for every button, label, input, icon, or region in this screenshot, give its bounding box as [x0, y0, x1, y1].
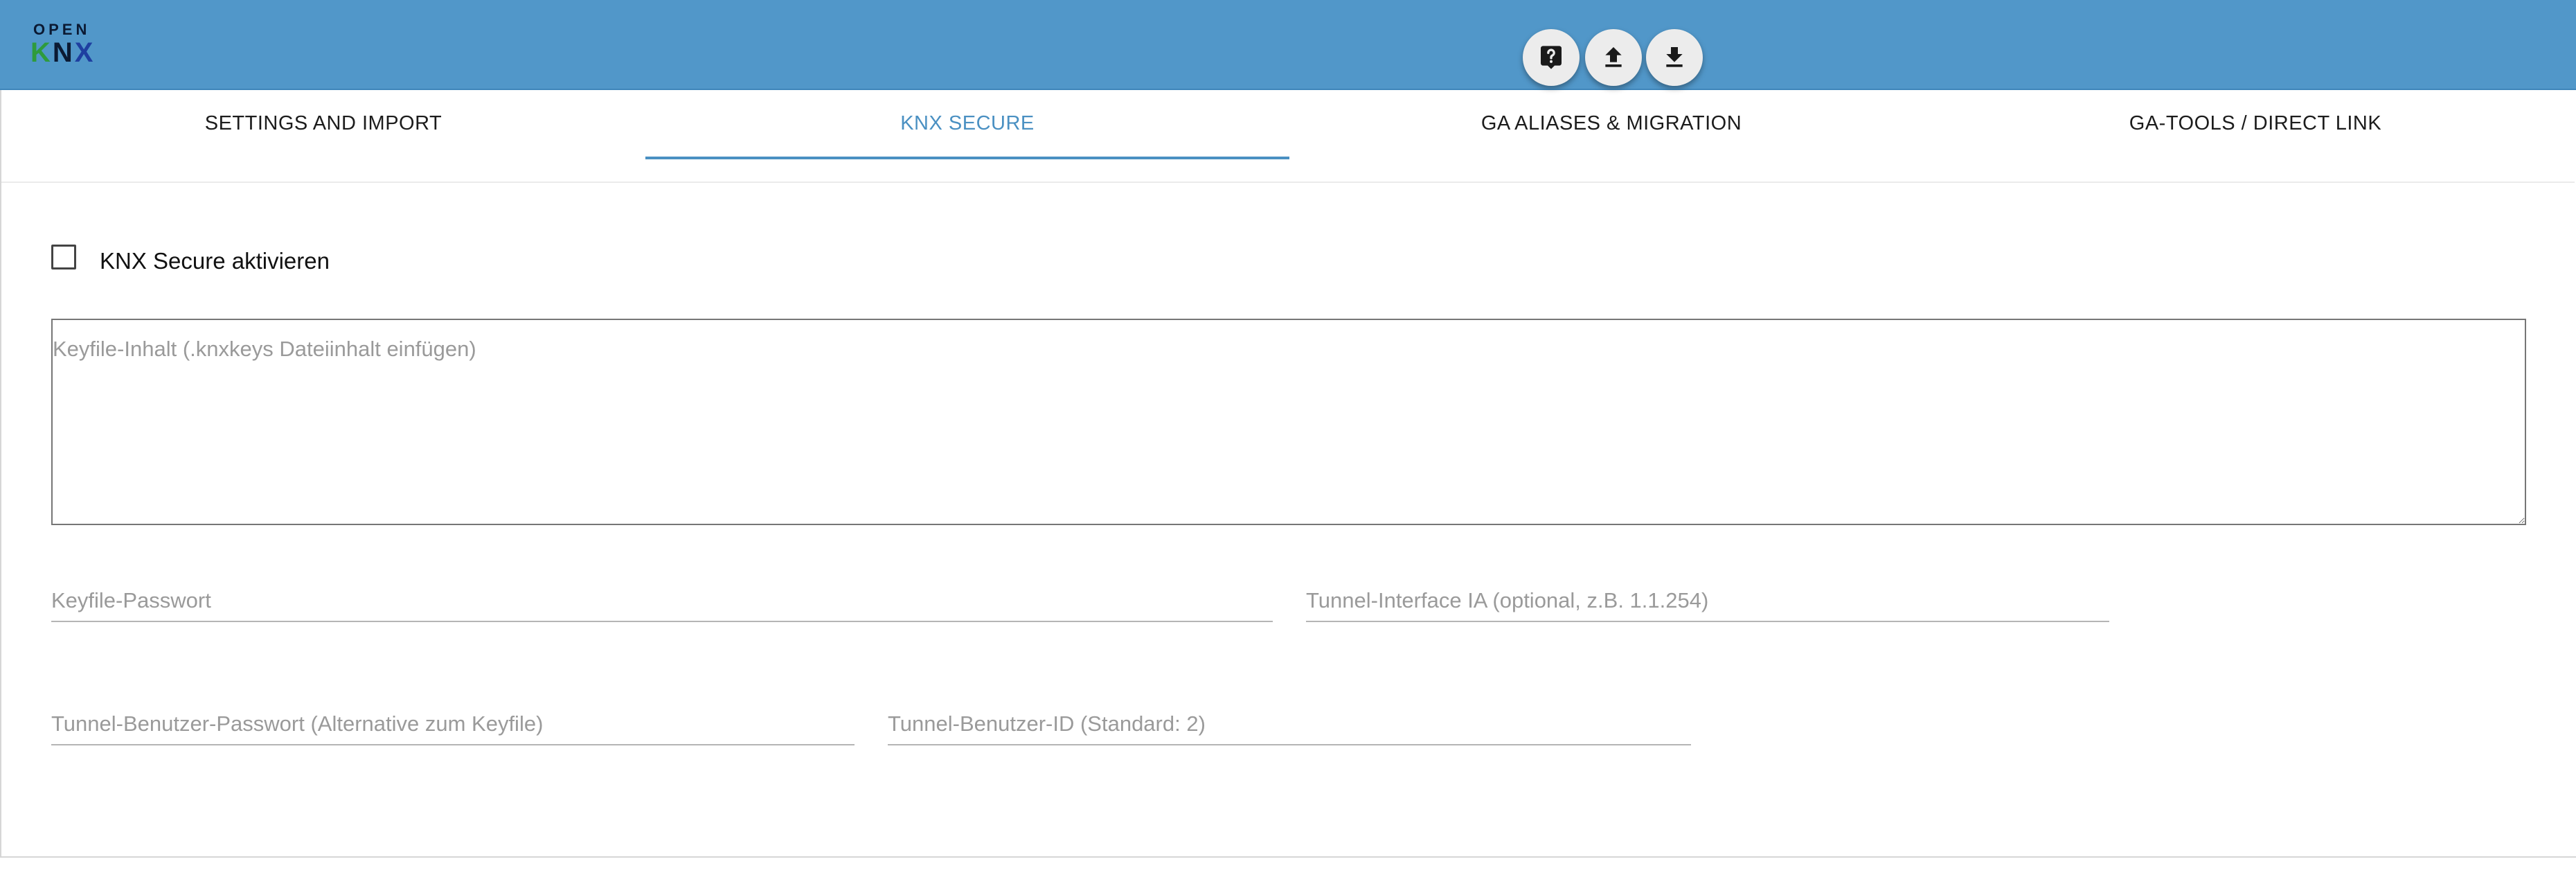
tab-knx-secure[interactable]: KNX SECURE [645, 90, 1289, 159]
keyfile-password-input[interactable] [51, 581, 1273, 622]
upload-button[interactable] [1585, 29, 1642, 86]
help-button[interactable] [1523, 29, 1580, 86]
tab-settings-and-import[interactable]: SETTINGS AND IMPORT [1, 90, 645, 157]
tunnel-user-password-input[interactable] [51, 704, 855, 745]
tab-bar: SETTINGS AND IMPORT KNX SECURE GA ALIASE… [1, 90, 2575, 183]
openknx-logo: OPEN KNX [30, 21, 107, 69]
help-icon [1541, 46, 1562, 69]
knx-secure-enable-checkbox[interactable] [51, 245, 76, 269]
download-button[interactable] [1646, 29, 1703, 86]
tunnel-user-id-input[interactable] [888, 704, 1691, 745]
tunnel-interface-ia-input[interactable] [1306, 581, 2109, 622]
upload-icon [1605, 47, 1622, 67]
logo-knx-text: KNX [30, 37, 96, 68]
knx-secure-enable-label: KNX Secure aktivieren [100, 248, 330, 274]
knx-secure-enable-row: KNX Secure aktivieren [51, 240, 330, 274]
tab-ga-tools-direct-link[interactable]: GA-TOOLS / DIRECT LINK [1933, 90, 2576, 157]
app-header: OPEN KNX [0, 0, 2576, 90]
download-icon [1666, 47, 1683, 67]
tab-ga-aliases-migration[interactable]: GA ALIASES & MIGRATION [1289, 90, 1933, 157]
keyfile-content-textarea[interactable] [51, 319, 2526, 525]
